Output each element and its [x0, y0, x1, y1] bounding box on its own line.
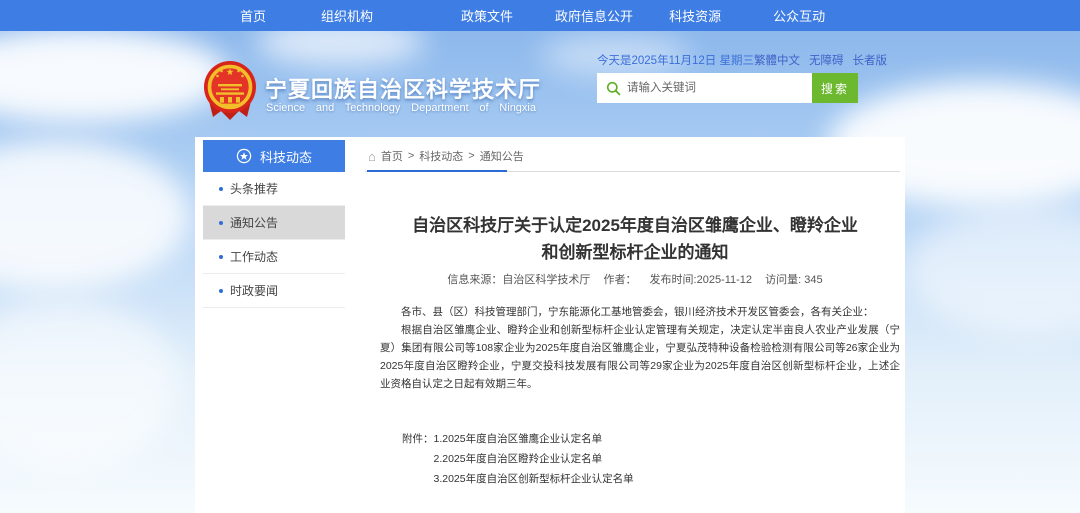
home-icon: ⌂ [368, 150, 376, 163]
site-subtitle: Science and Technology Department of Nin… [266, 102, 536, 114]
search-input[interactable] [597, 73, 812, 103]
sidebar-item-political-news[interactable]: 时政要闻 [203, 274, 345, 308]
article-title: 自治区科技厅关于认定2025年度自治区雏鹰企业、瞪羚企业 和创新型标杆企业的通知 [365, 212, 905, 266]
bullet-dot-icon [219, 289, 223, 293]
attachment-link-3[interactable]: 3.2025年度自治区创新型标杆企业认定名单 [434, 469, 634, 489]
nav-link-policy[interactable]: 政策文件 [461, 9, 513, 24]
bullet-dot-icon [219, 187, 223, 191]
meta-author: 作者： [603, 274, 636, 286]
sidebar-item-headlines[interactable]: 头条推荐 [203, 172, 345, 206]
breadcrumb-separator: > [408, 150, 414, 162]
attachments-block: 附件： 1.2025年度自治区雏鹰企业认定名单 2.2025年度自治区瞪羚企业认… [402, 429, 634, 489]
nav-link-gov-info[interactable]: 政府信息公开 [555, 9, 633, 24]
breadcrumb-separator: > [468, 150, 474, 162]
link-elderly-version[interactable]: 长者版 [853, 52, 888, 68]
meta-source: 信息来源：自治区科学技术厅 [447, 274, 590, 286]
site-title[interactable]: 宁夏回族自治区科学技术厅 [265, 72, 541, 104]
search-button[interactable]: 搜索 [812, 73, 858, 103]
meta-visit-count: 访问量: 345 [765, 274, 822, 286]
bullet-dot-icon [219, 255, 223, 259]
nav-item-organization[interactable]: 组织机构 [321, 6, 373, 26]
sidebar-item-label: 头条推荐 [230, 180, 278, 197]
page: 首页 组织机构 政策文件 政府信息公开 科技资源 公众互动 宁夏回族自治区科学技… [0, 0, 1080, 513]
star-circle-icon [236, 148, 252, 164]
sidebar-item-label: 通知公告 [230, 214, 278, 231]
link-accessibility[interactable]: 无障碍 [809, 52, 844, 68]
breadcrumb: ⌂ 首页 > 科技动态 > 通知公告 [368, 148, 524, 164]
nav-link-interaction[interactable]: 公众互动 [773, 9, 825, 24]
cloud [0, 140, 190, 290]
nav-item-home[interactable]: 首页 [240, 6, 266, 26]
breadcrumb-tech-trends[interactable]: 科技动态 [419, 148, 463, 164]
link-traditional-chinese[interactable]: 繁體中文 [754, 52, 800, 68]
breadcrumb-home[interactable]: 首页 [381, 148, 403, 164]
sidebar-title: 科技动态 [260, 147, 312, 166]
nav-item-interaction[interactable]: 公众互动 [773, 6, 825, 26]
article-area: ⌂ 首页 > 科技动态 > 通知公告 自治区科技厅关于认定2025年度自治区雏鹰… [365, 137, 905, 513]
article-paragraph: 根据自治区雏鹰企业、瞪羚企业和创新型标杆企业认定管理有关规定，决定认定半亩良人农… [380, 321, 900, 393]
sidebar: 科技动态 头条推荐 通知公告 工作动态 时政要闻 [203, 140, 345, 308]
sidebar-item-work-trends[interactable]: 工作动态 [203, 240, 345, 274]
search-bar: 搜索 [597, 73, 858, 103]
national-emblem-icon[interactable] [203, 59, 257, 121]
nav-link-home[interactable]: 首页 [240, 9, 266, 24]
nav-link-organization[interactable]: 组织机构 [321, 9, 373, 24]
top-meta-bar: 今天是2025年11月12日 星期三 繁體中文 无障碍 长者版 [597, 52, 875, 68]
current-date: 今天是2025年11月12日 星期三 [597, 52, 754, 68]
sidebar-item-label: 工作动态 [230, 248, 278, 265]
cloud [0, 28, 230, 123]
cloud [0, 300, 180, 470]
article-paragraph: 各市、县（区）科技管理部门，宁东能源化工基地管委会，银川经济技术开发区管委会，各… [380, 303, 900, 321]
article-body: 各市、县（区）科技管理部门，宁东能源化工基地管委会，银川经济技术开发区管委会，各… [380, 303, 900, 393]
article-title-line2: 和创新型标杆企业的通知 [542, 243, 729, 262]
nav-item-policy[interactable]: 政策文件 [461, 6, 513, 26]
breadcrumb-notices[interactable]: 通知公告 [480, 148, 524, 164]
attachment-link-1[interactable]: 1.2025年度自治区雏鹰企业认定名单 [434, 429, 634, 449]
nav-item-resources[interactable]: 科技资源 [669, 6, 721, 26]
attachment-link-2[interactable]: 2.2025年度自治区瞪羚企业认定名单 [434, 449, 634, 469]
article-meta: 信息来源：自治区科学技术厅 作者： 发布时间:2025-11-12 访问量: 3… [365, 271, 905, 287]
cloud [905, 205, 1080, 335]
search-icon [606, 81, 621, 96]
sidebar-header: 科技动态 [203, 140, 345, 172]
content-panel: 科技动态 头条推荐 通知公告 工作动态 时政要闻 [195, 137, 905, 513]
bullet-dot-icon [219, 221, 223, 225]
sidebar-item-label: 时政要闻 [230, 282, 278, 299]
attachments-label: 附件： [402, 429, 434, 489]
breadcrumb-underline [367, 170, 507, 172]
nav-item-gov-info[interactable]: 政府信息公开 [555, 6, 633, 26]
article-title-line1: 自治区科技厅关于认定2025年度自治区雏鹰企业、瞪羚企业 [412, 216, 858, 235]
sidebar-item-notices[interactable]: 通知公告 [203, 206, 345, 240]
top-navigation: 首页 组织机构 政策文件 政府信息公开 科技资源 公众互动 [0, 0, 1080, 31]
meta-publish-date: 发布时间:2025-11-12 [650, 274, 753, 286]
nav-link-resources[interactable]: 科技资源 [669, 9, 721, 24]
